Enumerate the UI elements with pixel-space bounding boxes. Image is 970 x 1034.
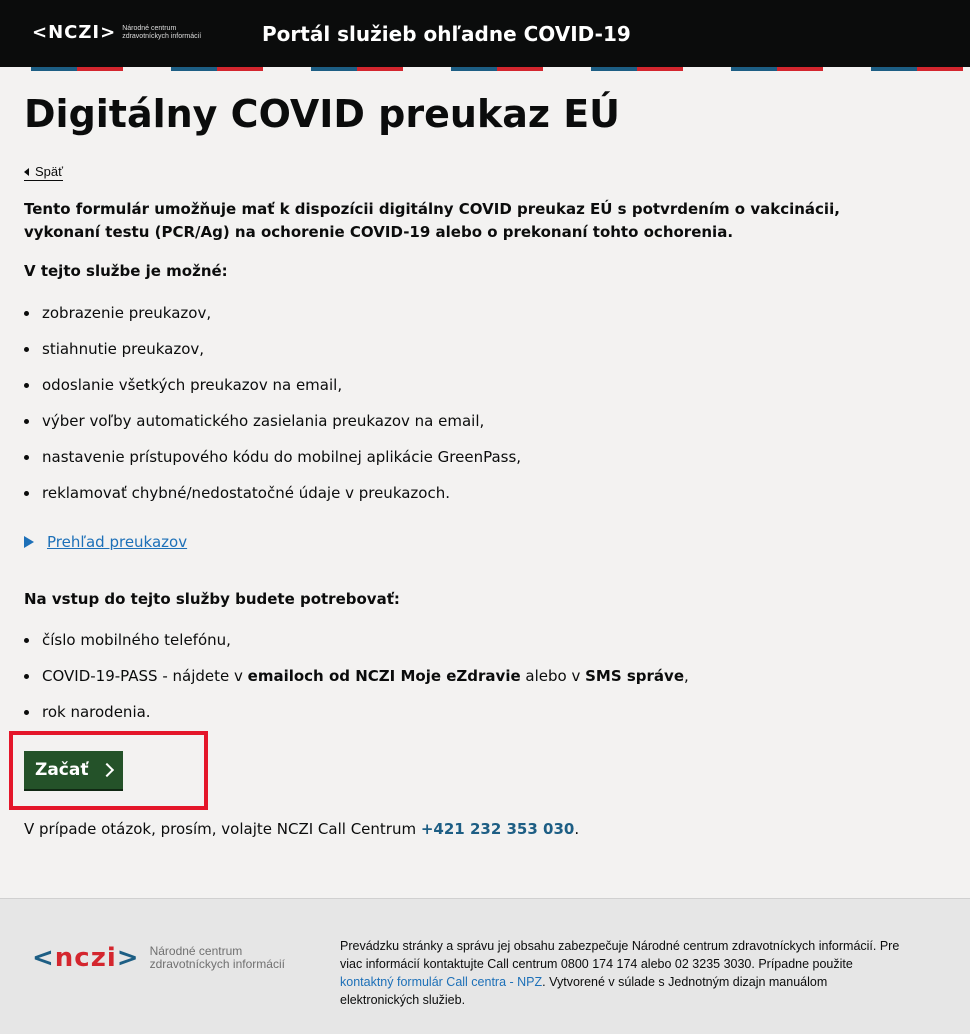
contact-form-link[interactable]: kontaktný formulár Call centra - NPZ [340,975,542,989]
footer-logo-sub-line-2: zdravotníckych informácií [149,957,285,971]
details-overview-toggle[interactable]: Prehľad preukazov [24,533,187,551]
page-title: Digitálny COVID preukaz EÚ [24,92,621,136]
contact-text: V prípade otázok, prosím, volajte NCZI C… [24,820,579,838]
list-item: číslo mobilného telefónu, [24,630,689,666]
nczi-logo-mark: <NCZI> [32,22,117,43]
expand-triangle-icon [24,536,34,548]
header-stripes [0,67,970,71]
requirements-heading: Na vstup do tejto služby budete potrebov… [24,590,400,608]
start-button[interactable]: Začať [24,751,123,791]
nczi-logo-subtitle: Národné centrum zdravotníckych informáci… [122,25,201,41]
back-link[interactable]: Späť [24,164,64,181]
list-item: reklamovať chybné/nedostatočné údaje v p… [24,483,521,519]
list-item: COVID-19-PASS - nájdete v emailoch od NC… [24,666,689,702]
nczi-logo[interactable]: <NCZI> Národné centrum zdravotníckych in… [32,22,201,43]
logo-sub-line-1: Národné centrum [122,24,177,32]
logo-bracket-close: > [116,943,140,973]
footer-logo-subtitle: Národné centrum zdravotníckych informáci… [150,945,285,971]
site-footer: <nczi> Národné centrum zdravotníckych in… [0,898,970,1034]
pass-text-mid: alebo v [520,667,586,685]
pass-sms-bold: SMS správe [585,667,685,685]
logo-bracket-open: < [32,943,55,973]
logo-sub-line-2: zdravotníckych informácií [122,32,202,40]
pass-emails-bold: emailoch od NCZI Moje eZdravie [247,667,521,685]
portal-title[interactable]: Portál služieb ohľadne COVID-19 [262,22,631,46]
list-item: stiahnutie preukazov, [24,339,521,375]
contact-text-pre: V prípade otázok, prosím, volajte NCZI C… [24,820,421,838]
intro-text: Tento formulár umožňuje mať k dispozícii… [24,200,840,241]
details-overview-link[interactable]: Prehľad preukazov [47,533,187,551]
list-item: odoslanie všetkých preukazov na email, [24,375,521,411]
footer-logo-mark: <nczi> [32,943,140,973]
contact-text-post: . [574,820,580,838]
requirements-list: číslo mobilného telefónu, COVID-19-PASS … [24,630,689,738]
logo-text: nczi [54,943,117,973]
list-item: zobrazenie preukazov, [24,303,521,339]
pass-text-pre: COVID-19-PASS - nájdete v [42,667,248,685]
footer-text-pre: Prevádzku stránky a správu jej obsahu za… [340,939,900,971]
services-heading: V tejto službe je možné: [24,262,228,280]
back-arrow-icon [24,167,29,176]
call-centre-phone-link[interactable]: +421 232 353 030 [421,820,574,838]
footer-text: Prevádzku stránky a správu jej obsahu za… [340,937,900,1009]
site-header: <NCZI> Národné centrum zdravotníckych in… [0,0,970,67]
services-list: zobrazenie preukazov, stiahnutie preukaz… [24,303,521,519]
chevron-right-icon [100,762,115,778]
footer-logo-sub-line-1: Národné centrum [149,944,243,958]
start-button-label: Začať [35,760,89,780]
list-item: nastavenie prístupového kódu do mobilnej… [24,447,521,483]
pass-text-post: , [684,667,689,685]
back-link-label: Späť [35,164,64,179]
list-item: výber voľby automatického zasielania pre… [24,411,521,447]
footer-nczi-logo[interactable]: <nczi> Národné centrum zdravotníckych in… [32,943,285,973]
